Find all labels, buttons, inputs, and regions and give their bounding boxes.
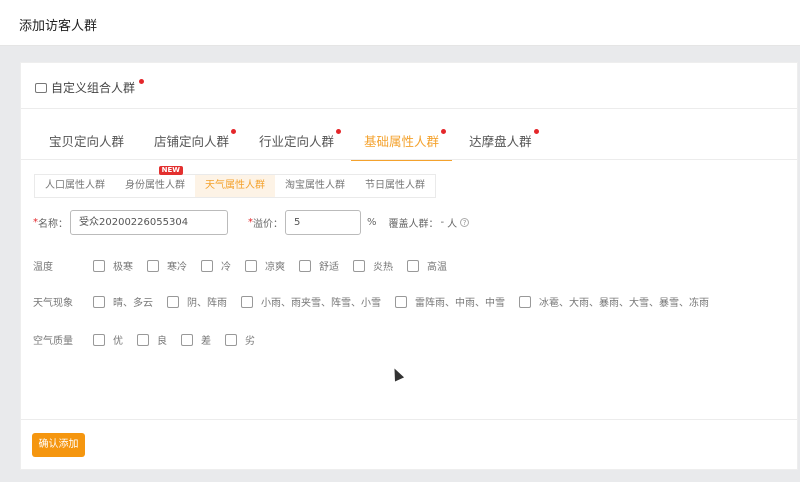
name-label: 名称： [38,219,68,230]
sub-tabs: 人口属性人群 身份属性人群 NEW 天气属性人群 淘宝属性人群 节日属性人群 [34,166,436,198]
checkbox[interactable] [299,259,311,272]
checkbox[interactable] [407,259,419,272]
coverage-label: 覆盖人群： [388,219,439,230]
new-badge: NEW [158,166,183,175]
red-dot [441,129,447,134]
option-label: 舒适 [319,262,339,273]
audience-panel: 自定义组合人群 宝贝定向人群 店铺定向人群 行业定向人群 基础属性人群 达摩盘人… [20,62,798,470]
divider [21,159,797,160]
option-label: 寒冷 [167,262,187,273]
option-label: 冷 [221,262,231,273]
premium-label: 溢价： [253,219,283,230]
option-label: 劣 [245,336,255,347]
air-quality-row: 空气质量 优 良 差 劣 [33,332,269,347]
option-label: 良 [157,336,167,347]
checkbox[interactable] [147,259,159,272]
dialog-header: 添加访客人群 [0,0,800,46]
red-dot [533,129,539,134]
red-dot [336,129,342,134]
checkbox-option[interactable]: 晴、多云 [93,294,153,309]
help-icon[interactable]: ? [460,218,470,227]
checkbox-option[interactable]: 冷 [201,258,231,273]
row-label: 天气现象 [33,298,73,309]
checkbox-option[interactable]: 极寒 [93,258,133,273]
row-label: 温度 [33,262,53,273]
checkbox-option[interactable]: 阴、阵雨 [167,294,227,309]
name-input[interactable]: 受众20200226055304 [70,210,228,235]
option-label: 小雨、雨夹雪、阵雪、小雪 [261,298,381,309]
checkbox-option[interactable]: 高温 [407,258,447,273]
checkbox[interactable] [395,295,407,308]
checkbox-option[interactable]: 差 [181,332,211,347]
option-label: 凉爽 [265,262,285,273]
checkbox[interactable] [167,295,179,308]
coverage-unit: 人 [447,219,458,230]
tab-item-targeting[interactable]: 宝贝定向人群 [36,121,137,161]
checkbox-option[interactable]: 凉爽 [245,258,285,273]
checkbox[interactable] [245,259,257,272]
checkbox[interactable] [519,295,531,308]
dialog-title: 添加访客人群 [19,19,98,34]
red-dot [139,79,145,84]
tab-label: 店铺定向人群 [154,134,230,149]
option-label: 极寒 [113,262,133,273]
tab-label: 达摩盘人群 [469,134,532,149]
option-label: 炎热 [373,262,393,273]
checkbox-option[interactable]: 劣 [225,332,255,347]
form-row: * 名称： 受众20200226055304 * 溢价： 5 % 覆盖人群： -… [33,210,470,235]
checkbox[interactable] [241,295,253,308]
checkbox-option[interactable]: 良 [137,332,167,347]
checkbox[interactable] [181,333,193,346]
tab-label: 行业定向人群 [259,134,335,149]
option-label: 晴、多云 [113,298,153,309]
option-label: 雷阵雨、中雨、中雪 [415,298,505,309]
premium-input[interactable]: 5 [285,210,361,235]
tab-label: 宝贝定向人群 [49,134,125,149]
tab-basic-attributes[interactable]: 基础属性人群 [351,121,453,161]
option-label: 优 [113,336,123,347]
checkbox[interactable] [93,259,105,272]
weather-row: 天气现象 晴、多云 阴、阵雨 小雨、雨夹雪、阵雪、小雪 雷阵雨、中雨、中雪 冰雹、大雨、暴… [33,294,723,309]
subtab-holiday[interactable]: 节日属性人群 [355,175,435,197]
tab-shop-targeting[interactable]: 店铺定向人群 [141,121,242,161]
option-label: 高温 [427,262,447,273]
coverage-value: - [440,217,445,228]
tab-damopan[interactable]: 达摩盘人群 [456,121,545,161]
tab-industry-targeting[interactable]: 行业定向人群 [246,121,347,161]
checkbox-option[interactable]: 炎热 [353,258,393,273]
checkbox-option[interactable]: 小雨、雨夹雪、阵雪、小雪 [241,294,381,309]
panel-title: 自定义组合人群 [51,81,136,95]
checkbox-option[interactable]: 寒冷 [147,258,187,273]
divider [21,419,797,420]
tab-label: 基础属性人群 [364,134,440,149]
panel-header: 自定义组合人群 [35,79,145,96]
audience-icon [35,82,47,93]
row-label: 空气质量 [33,336,73,347]
option-label: 差 [201,336,211,347]
subtab-weather[interactable]: 天气属性人群 [195,175,275,197]
confirm-add-button[interactable]: 确认添加 [32,433,85,457]
subtab-population[interactable]: 人口属性人群 [35,175,115,197]
option-label: 冰雹、大雨、暴雨、大雪、暴雪、冻雨 [539,298,709,309]
checkbox[interactable] [93,295,105,308]
red-dot [231,129,237,134]
checkbox-option[interactable]: 冰雹、大雨、暴雨、大雪、暴雪、冻雨 [519,294,709,309]
subtab-taobao[interactable]: 淘宝属性人群 [275,175,355,197]
checkbox-option[interactable]: 舒适 [299,258,339,273]
checkbox[interactable] [353,259,365,272]
checkbox[interactable] [201,259,213,272]
checkbox[interactable] [137,333,149,346]
checkbox-option[interactable]: 优 [93,332,123,347]
temperature-row: 温度 极寒 寒冷 冷 凉爽 舒适 炎热 高温 [33,258,461,273]
percent-unit: % [367,217,377,228]
main-tabs: 宝贝定向人群 店铺定向人群 行业定向人群 基础属性人群 达摩盘人群 [36,121,549,161]
subtab-identity[interactable]: 身份属性人群 NEW [115,166,195,197]
divider [21,108,797,109]
checkbox[interactable] [93,333,105,346]
checkbox[interactable] [225,333,237,346]
option-label: 阴、阵雨 [187,298,227,309]
checkbox-option[interactable]: 雷阵雨、中雨、中雪 [395,294,505,309]
subtab-label: 身份属性人群 [125,180,185,191]
